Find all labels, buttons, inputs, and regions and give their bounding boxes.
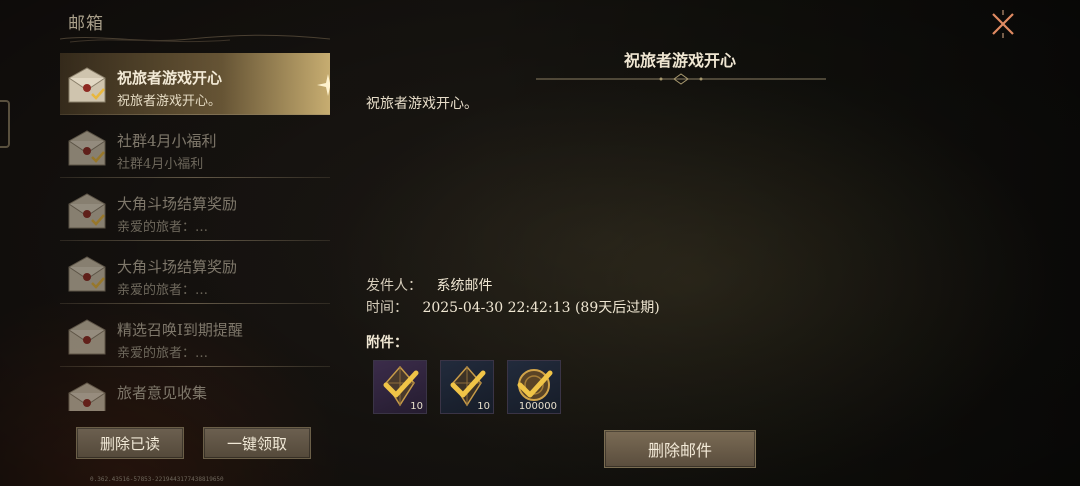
mail-list-item[interactable]: 大角斗场结算奖励 亲爱的旅者：… xyxy=(60,179,330,241)
time-row: 时间： 2025-04-30 22:42:13 (89天后过期) xyxy=(366,297,660,317)
list-divider xyxy=(60,177,330,178)
sender-row: 发件人： 系统邮件 xyxy=(366,275,492,295)
list-divider xyxy=(60,114,330,115)
attachment-count: 100000 xyxy=(518,401,557,412)
version-text: 0.362.43516-57853-2219443177438819650 xyxy=(90,476,224,483)
envelope-icon xyxy=(68,319,106,355)
mail-subject: 社群4月小福利 xyxy=(117,132,217,150)
mail-body-text: 祝旅者游戏开心。 xyxy=(366,96,478,112)
mail-subject: 精选召唤Ⅰ到期提醒 xyxy=(117,321,243,339)
side-drawer-handle[interactable] xyxy=(0,100,10,148)
title-divider xyxy=(536,73,826,85)
mail-list-item[interactable]: 精选召唤Ⅰ到期提醒 亲爱的旅者：… xyxy=(60,305,330,367)
list-divider xyxy=(60,240,330,241)
attachment-item[interactable]: 100000 xyxy=(507,360,561,414)
mail-list-item[interactable]: 社群4月小福利 社群4月小福利 xyxy=(60,116,330,178)
delete-mail-button[interactable]: 删除邮件 xyxy=(604,430,756,468)
mail-preview: 社群4月小福利 xyxy=(117,157,204,172)
mail-subject: 旅者意见收集 xyxy=(117,384,208,402)
list-divider xyxy=(60,366,330,367)
mail-list-item[interactable]: 祝旅者游戏开心 祝旅者游戏开心。 xyxy=(60,53,330,115)
sender-value: 系统邮件 xyxy=(436,278,493,294)
list-divider xyxy=(60,303,330,304)
attachment-count: 10 xyxy=(477,401,490,412)
mail-subject: 大角斗场结算奖励 xyxy=(117,195,238,213)
attachment-item[interactable]: 10 xyxy=(440,360,494,414)
envelope-icon xyxy=(68,193,106,229)
mail-subject: 大角斗场结算奖励 xyxy=(117,258,238,276)
claim-all-button[interactable]: 一键领取 xyxy=(203,427,311,459)
mail-list-item[interactable]: 大角斗场结算奖励 亲爱的旅者：… xyxy=(60,242,330,304)
mail-preview: 亲爱的旅者：… xyxy=(117,346,209,361)
mail-detail-title: 祝旅者游戏开心 xyxy=(623,51,736,70)
mail-list: 祝旅者游戏开心 祝旅者游戏开心。 社群4月小福利 社群4月小福利 大角斗场结算奖励 亲爱的… xyxy=(60,53,330,411)
time-value: 2025-04-30 22:42:13 (89天后过期) xyxy=(422,300,660,316)
mail-preview: 亲爱的旅者：… xyxy=(117,283,209,298)
envelope-icon xyxy=(68,130,106,166)
title-ornament xyxy=(60,34,330,43)
mail-subject: 祝旅者游戏开心 xyxy=(117,69,223,87)
mail-preview: 亲爱的旅者：… xyxy=(117,220,209,235)
sender-label: 发件人： xyxy=(366,278,422,294)
mailbox-title: 邮箱 xyxy=(68,14,104,34)
envelope-icon xyxy=(68,67,106,103)
delete-read-button[interactable]: 删除已读 xyxy=(76,427,184,459)
envelope-icon xyxy=(68,256,106,292)
time-label: 时间： xyxy=(366,300,408,316)
attachments-label: 附件： xyxy=(366,335,408,351)
mail-preview: 祝旅者游戏开心。 xyxy=(117,94,222,109)
close-icon[interactable] xyxy=(986,7,1020,41)
selection-sparkle-icon xyxy=(317,74,330,96)
attachment-count: 10 xyxy=(410,401,423,412)
attachment-item[interactable]: 10 xyxy=(373,360,427,414)
mail-list-item[interactable]: 旅者意见收集 xyxy=(60,368,330,411)
envelope-icon xyxy=(68,382,106,411)
